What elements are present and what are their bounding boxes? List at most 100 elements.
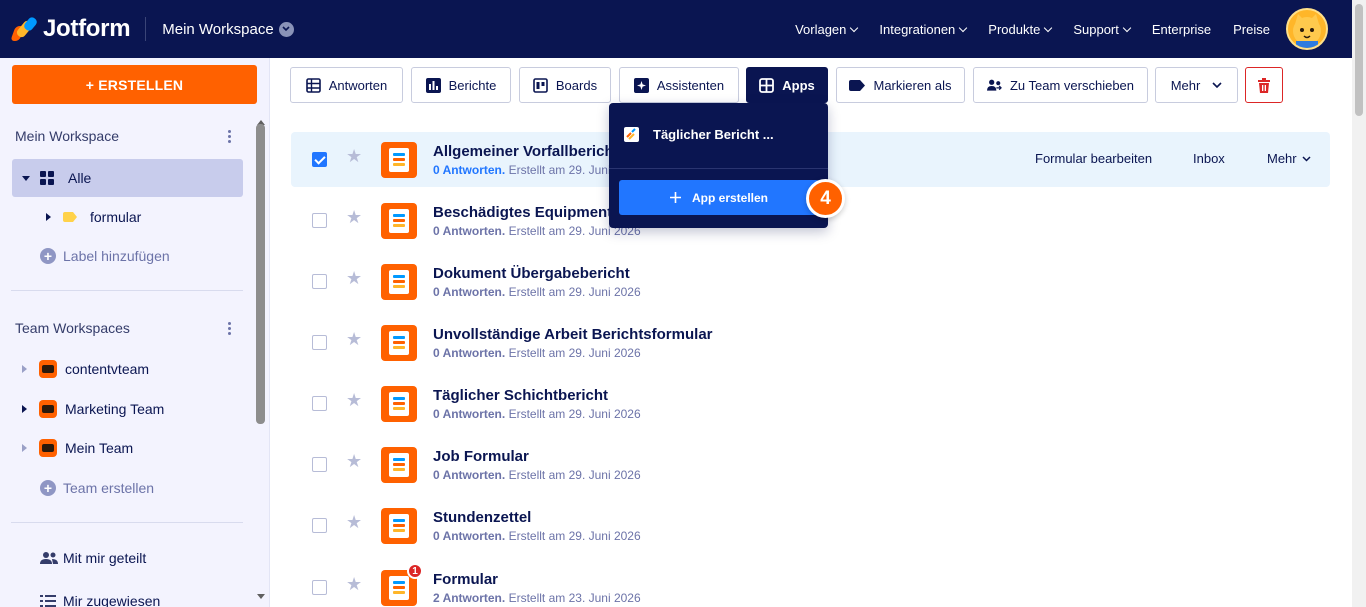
form-icon	[381, 508, 417, 544]
form-icon	[381, 203, 417, 239]
form-row[interactable]: ★ Täglicher Schichtbericht 0 Antworten. …	[291, 376, 1330, 431]
response-count[interactable]: 0 Antworten.	[433, 224, 505, 238]
workspace-label: Mein Workspace	[162, 20, 274, 38]
row-checkbox[interactable]	[312, 580, 327, 595]
sidebar-item-shared[interactable]: Mit mir geteilt	[12, 539, 243, 577]
created-date: Erstellt am 29. Juni 2026	[508, 468, 641, 482]
caret-right-icon	[22, 365, 27, 373]
sidebar-item-formular[interactable]: formular	[12, 198, 243, 236]
nav-produkte[interactable]: Produkte	[988, 21, 1053, 37]
star-icon[interactable]: ★	[346, 208, 362, 226]
star-icon[interactable]: ★	[346, 147, 362, 165]
star-icon[interactable]: ★	[346, 452, 362, 470]
row-checkbox[interactable]	[312, 274, 327, 289]
form-row[interactable]: ★ Stundenzettel 0 Antworten. Erstellt am…	[291, 498, 1330, 553]
workspace-switcher[interactable]: Mein Workspace	[162, 20, 294, 38]
response-count[interactable]: 0 Antworten.	[433, 285, 505, 299]
top-navigation-bar: Jotform Mein Workspace Vorlagen Integrat…	[0, 0, 1352, 58]
star-icon[interactable]: ★	[346, 513, 362, 531]
response-count[interactable]: 0 Antworten.	[433, 529, 505, 543]
form-row[interactable]: ★ Unvollständige Arbeit Berichtsformular…	[291, 315, 1330, 370]
antworten-button[interactable]: Antworten	[290, 67, 403, 103]
form-title[interactable]: Beschädigtes Equipment	[433, 204, 612, 221]
sidebar-scrollbar-thumb[interactable]	[256, 124, 265, 424]
row-more-button[interactable]: Mehr	[1267, 151, 1311, 166]
form-row[interactable]: ★ Job Formular 0 Antworten. Erstellt am …	[291, 437, 1330, 492]
more-options-icon[interactable]	[226, 322, 232, 335]
nav-support[interactable]: Support	[1073, 22, 1132, 37]
sidebar-item-team[interactable]: contentvteam	[12, 350, 243, 388]
response-count[interactable]: 2 Antworten.	[433, 591, 505, 605]
inbox-button[interactable]: Inbox	[1193, 151, 1225, 166]
response-count[interactable]: 0 Antworten.	[433, 163, 505, 177]
row-checkbox[interactable]	[312, 396, 327, 411]
create-app-button[interactable]: App erstellen	[619, 180, 819, 215]
form-title[interactable]: Allgemeiner Vorfallbericht	[433, 143, 619, 160]
star-icon[interactable]: ★	[346, 575, 362, 593]
nav-preise[interactable]: Preise	[1233, 22, 1270, 37]
more-options-icon[interactable]	[226, 130, 232, 143]
my-workspace-title: Mein Workspace	[15, 128, 120, 144]
assistenten-button[interactable]: Assistenten	[619, 67, 739, 103]
row-checkbox[interactable]	[312, 213, 327, 228]
form-title[interactable]: Dokument Übergabebericht	[433, 265, 630, 282]
sidebar-item-label: Mit mir geteilt	[63, 550, 147, 566]
form-title[interactable]: Formular	[433, 571, 498, 588]
create-team-link[interactable]: + Team erstellen	[40, 480, 154, 496]
form-title[interactable]: Täglicher Schichtbericht	[433, 387, 608, 404]
sidebar-item-label: formular	[90, 209, 142, 225]
logo-text: Jotform	[43, 15, 131, 42]
sidebar-item-team[interactable]: Marketing Team	[12, 390, 243, 428]
response-count[interactable]: 0 Antworten.	[433, 407, 505, 421]
topbar-divider	[145, 17, 147, 41]
star-icon[interactable]: ★	[346, 391, 362, 409]
nav-integrationen[interactable]: Integrationen	[879, 22, 968, 37]
plus-circle-icon: +	[40, 248, 56, 264]
sidebar-item-alle[interactable]: Alle	[12, 159, 243, 197]
apps-button[interactable]: Apps	[746, 67, 828, 103]
move-to-team-button[interactable]: Zu Team verschieben	[973, 67, 1148, 103]
caret-down-icon	[22, 175, 30, 181]
team-icon	[39, 360, 57, 378]
page-scrollbar[interactable]	[1352, 0, 1366, 607]
sidebar-scroll-down-icon[interactable]	[257, 594, 265, 599]
add-label-link[interactable]: + Label hinzufügen	[40, 248, 170, 264]
form-title[interactable]: Stundenzettel	[433, 509, 531, 526]
nav-label: Produkte	[988, 21, 1041, 37]
user-avatar[interactable]	[1286, 8, 1328, 50]
form-title[interactable]: Unvollständige Arbeit Berichtsformular	[433, 326, 713, 343]
row-checkbox[interactable]	[312, 457, 327, 472]
form-row[interactable]: ★ Dokument Übergabebericht 0 Antworten. …	[291, 254, 1330, 309]
caret-right-icon	[22, 405, 27, 413]
form-row[interactable]: ★ 1 Formular 2 Antworten. Erstellt am 23…	[291, 560, 1330, 607]
star-icon[interactable]: ★	[346, 269, 362, 287]
row-checkbox[interactable]	[312, 152, 327, 167]
top-nav-links: Vorlagen Integrationen Produkte Support …	[773, 0, 1270, 58]
button-label: Mehr	[1170, 77, 1201, 93]
row-checkbox[interactable]	[312, 335, 327, 350]
sidebar-item-team[interactable]: Mein Team	[12, 429, 243, 467]
boards-button[interactable]: Boards	[519, 67, 611, 103]
form-meta: 0 Antworten. Erstellt am 29. Juni 2026	[433, 346, 641, 360]
response-count[interactable]: 0 Antworten.	[433, 346, 505, 360]
app-item[interactable]: Täglicher Bericht ...	[624, 127, 774, 142]
nav-vorlagen[interactable]: Vorlagen	[795, 22, 859, 37]
jotform-logo[interactable]: Jotform	[10, 0, 131, 58]
markieren-button[interactable]: Markieren als	[836, 67, 965, 103]
edit-form-button[interactable]: Formular bearbeiten	[1035, 151, 1152, 166]
star-icon[interactable]: ★	[346, 330, 362, 348]
create-button[interactable]: + ERSTELLEN	[12, 65, 257, 104]
berichte-button[interactable]: Berichte	[411, 67, 511, 103]
sidebar-item-assigned[interactable]: Mir zugewiesen	[12, 582, 243, 607]
nav-enterprise[interactable]: Enterprise	[1152, 22, 1211, 37]
sidebar-item-label: Mir zugewiesen	[63, 593, 161, 607]
more-button[interactable]: Mehr	[1155, 67, 1238, 103]
chevron-down-icon	[959, 23, 968, 32]
delete-button[interactable]	[1245, 67, 1283, 103]
sidebar: + ERSTELLEN Mein Workspace Alle formular…	[0, 58, 270, 607]
assigned-list-icon	[40, 595, 56, 607]
row-checkbox[interactable]	[312, 518, 327, 533]
page-scrollbar-thumb[interactable]	[1355, 4, 1363, 116]
form-title[interactable]: Job Formular	[433, 448, 529, 465]
response-count[interactable]: 0 Antworten.	[433, 468, 505, 482]
